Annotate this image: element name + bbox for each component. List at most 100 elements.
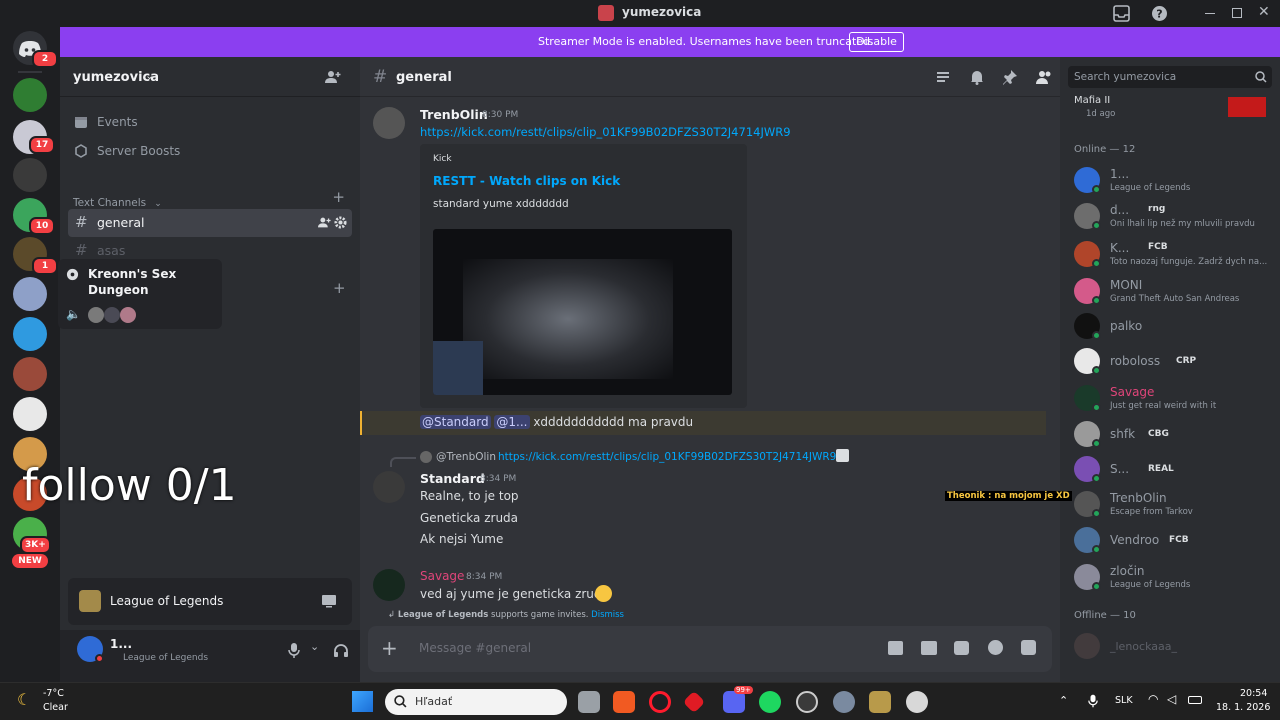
add-voice-icon[interactable]: +	[333, 279, 346, 297]
avatar[interactable]	[373, 471, 405, 503]
chevron-down-icon: ⌄	[154, 199, 162, 209]
message-time: 8:34 PM	[480, 474, 517, 484]
headphones-icon[interactable]	[333, 643, 349, 657]
user-mention[interactable]: @Standard	[420, 415, 491, 429]
disable-streamer-button[interactable]: Disable	[849, 32, 904, 52]
member-list-icon[interactable]	[1036, 69, 1052, 85]
microphone-icon[interactable]	[288, 643, 300, 658]
voice-channel-popup[interactable]: Kreonn's Sex Dungeon 🔈	[58, 259, 222, 329]
reply-author[interactable]: @TrenbOlin	[436, 451, 496, 463]
activity-panel[interactable]: League of Legends	[68, 578, 352, 625]
maximize-button[interactable]	[1232, 8, 1242, 18]
message-link[interactable]: https://kick.com/restt/clips/clip_01KF99…	[420, 125, 791, 139]
channel-general[interactable]: # general	[68, 209, 352, 237]
invite-icon[interactable]	[318, 216, 331, 229]
message-author[interactable]: TrenbOlin	[420, 107, 488, 122]
bell-icon[interactable]	[969, 69, 985, 85]
battery-icon[interactable]	[1188, 696, 1202, 704]
sticker-icon[interactable]	[954, 641, 969, 655]
screen-share-icon[interactable]	[321, 594, 337, 608]
task-view-icon[interactable]	[578, 691, 600, 713]
pin-icon[interactable]	[1002, 69, 1018, 85]
member-item[interactable]: Savage Just get real weird with it	[1072, 383, 1272, 419]
apps-icon[interactable]	[1021, 640, 1036, 655]
status-dot	[1092, 474, 1101, 483]
search-box[interactable]: Search yumezovica	[1068, 66, 1272, 88]
offline-member-name[interactable]: _lenockaaa_	[1110, 640, 1177, 653]
text-channels-header[interactable]: Text Channels ⌄ +	[73, 188, 348, 209]
avatar[interactable]	[373, 107, 405, 139]
close-window-button[interactable]: ✕	[1258, 4, 1270, 20]
message-author[interactable]: Savage	[420, 569, 464, 583]
discord-taskbar-icon[interactable]	[723, 691, 745, 713]
server-icon[interactable]	[13, 78, 47, 112]
server-icon[interactable]	[13, 397, 47, 431]
emoji-icon[interactable]	[988, 640, 1003, 655]
member-item[interactable]: K... FCB Toto naozaj funguje. Zadrž dych n…	[1072, 239, 1272, 275]
threads-icon[interactable]	[935, 69, 951, 85]
add-channel-icon[interactable]: +	[332, 188, 345, 206]
member-item[interactable]: roboloss CRP	[1072, 346, 1272, 382]
clock-time[interactable]: 20:54	[1240, 688, 1267, 699]
member-item[interactable]: TrenbOlin Escape from Tarkov	[1072, 489, 1272, 525]
inbox-icon[interactable]	[1113, 5, 1130, 22]
app-icon[interactable]	[796, 691, 818, 713]
gif-icon[interactable]	[921, 641, 937, 655]
brave-icon[interactable]	[613, 691, 635, 713]
member-item[interactable]: d... rng Oni lhali lip než my mluvili prav…	[1072, 201, 1272, 237]
server-icon[interactable]	[13, 277, 47, 311]
start-button[interactable]	[352, 691, 373, 712]
status-dot	[1092, 439, 1101, 448]
member-item[interactable]: S... REAL	[1072, 454, 1272, 490]
member-item[interactable]: MONI Grand Theft Auto San Andreas	[1072, 276, 1272, 312]
minimize-button[interactable]	[1205, 13, 1215, 14]
add-attachment-icon[interactable]: +	[381, 636, 398, 660]
gift-icon[interactable]	[888, 641, 903, 655]
embed-thumbnail[interactable]	[433, 229, 732, 395]
microphone-icon[interactable]	[1088, 694, 1098, 708]
league-icon[interactable]	[869, 691, 891, 713]
member-item[interactable]: Vendroo FCB	[1072, 525, 1272, 561]
member-item[interactable]: palko	[1072, 311, 1272, 347]
chevron-up-icon[interactable]: ⌃	[1059, 694, 1068, 707]
reply-link[interactable]: https://kick.com/restt/clips/clip_01KF99…	[498, 451, 836, 463]
events-item[interactable]: Events	[68, 108, 352, 136]
user-mention[interactable]: @1...	[494, 415, 530, 429]
avatar[interactable]	[373, 569, 405, 601]
svg-text:?: ?	[1156, 8, 1162, 21]
member-name: K...	[1110, 241, 1130, 255]
wifi-icon[interactable]: ◠	[1148, 692, 1158, 706]
avatar[interactable]	[1074, 633, 1100, 659]
activity-title: Mafia II	[1074, 95, 1111, 106]
message-author[interactable]: Standard	[420, 471, 485, 486]
add-member-icon[interactable]	[325, 69, 341, 85]
server-badge: 10	[29, 217, 55, 235]
member-item[interactable]: shfk CBG	[1072, 419, 1272, 455]
app-icon[interactable]	[682, 690, 706, 714]
opera-icon[interactable]	[649, 691, 671, 713]
member-item[interactable]: 1... League of Legends	[1072, 165, 1272, 201]
language-indicator[interactable]: SLK	[1115, 695, 1133, 706]
member-item[interactable]: zločin League of Legends	[1072, 562, 1272, 598]
gear-icon[interactable]	[334, 216, 347, 229]
app-icon[interactable]	[906, 691, 928, 713]
chevron-down-icon[interactable]: ⌄	[310, 640, 319, 653]
volume-icon[interactable]: ◁	[1167, 692, 1176, 706]
chevron-down-icon: ⌄	[145, 69, 155, 82]
message-input-box[interactable]: + Message #general	[368, 626, 1052, 672]
help-icon[interactable]: ?	[1151, 5, 1168, 22]
spotify-icon[interactable]	[759, 691, 781, 713]
boosts-item[interactable]: Server Boosts	[68, 137, 352, 165]
server-icon[interactable]	[13, 317, 47, 351]
server-icon[interactable]	[13, 357, 47, 391]
server-name-header[interactable]: yumezovica ⌄	[60, 57, 360, 97]
events-label: Events	[97, 115, 138, 129]
overlay-chat: Theonik : na mojom je XD	[945, 491, 1072, 501]
settings-icon[interactable]	[833, 691, 855, 713]
taskbar-search[interactable]: Hľadať	[385, 689, 567, 715]
clock-date[interactable]: 18. 1. 2026	[1216, 702, 1270, 713]
server-icon[interactable]	[13, 158, 47, 192]
embed-title[interactable]: RESTT - Watch clips on Kick	[433, 174, 620, 188]
boost-icon	[75, 144, 87, 158]
dismiss-link[interactable]: Dismiss	[591, 610, 624, 620]
